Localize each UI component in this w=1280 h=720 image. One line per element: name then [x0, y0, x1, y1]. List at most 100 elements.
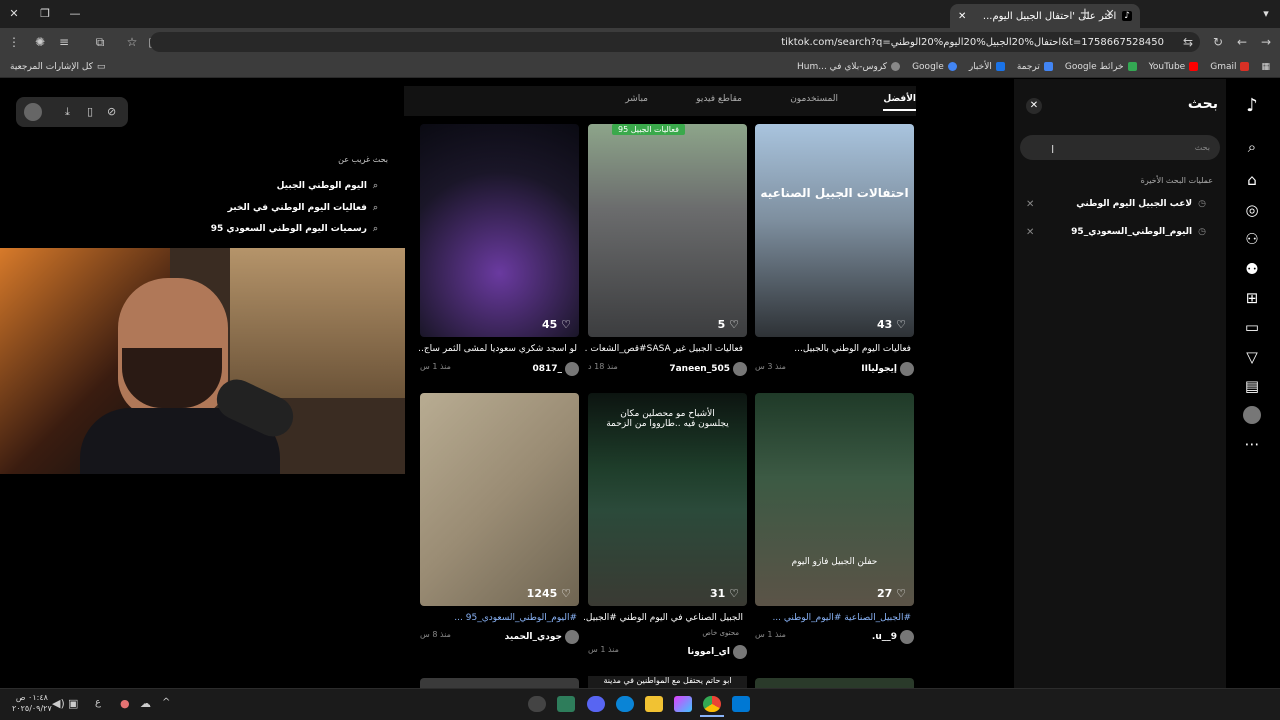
- site-info-icon[interactable]: ⇆: [1180, 33, 1196, 51]
- messages-icon[interactable]: ▭: [1243, 318, 1261, 336]
- mic-icon[interactable]: ●: [120, 697, 130, 710]
- address-bar[interactable]: tiktok.com/search?q=احتفال%20الجبيل%20ال…: [150, 32, 1200, 52]
- bookmark-gmail[interactable]: Gmail: [1210, 62, 1250, 72]
- menu-icon[interactable]: ⋮: [6, 33, 22, 51]
- remove-recent-icon[interactable]: ✕: [1026, 227, 1034, 238]
- suggestion-item[interactable]: ⌕ رسميات اليوم الوطني السعودي 95: [211, 224, 378, 234]
- upload-icon[interactable]: ⊞: [1243, 289, 1261, 307]
- apps-grid-icon[interactable]: ▦: [1261, 62, 1270, 72]
- studio-icon[interactable]: ▤: [1243, 377, 1261, 395]
- system-clock[interactable]: ٠١:٤٨ ص ٢٠٢٥/٠٩/٢٧: [12, 692, 52, 714]
- bookmark-star-icon[interactable]: ☆: [124, 33, 140, 51]
- video-card[interactable]: 1245 ♡: [420, 393, 579, 606]
- tiktok-logo-icon[interactable]: ♪: [1243, 97, 1261, 115]
- friends-icon[interactable]: ⚉: [1243, 260, 1261, 278]
- bookmark-google[interactable]: Google: [912, 62, 957, 72]
- bookmark-translate[interactable]: ترجمة: [1017, 62, 1053, 72]
- search-input[interactable]: بحث: [1020, 135, 1220, 160]
- bookmark-label: الأخبار: [968, 61, 992, 72]
- avatar[interactable]: [24, 103, 42, 121]
- tab-top[interactable]: الأفضل: [883, 94, 916, 111]
- bookmark-youtube[interactable]: YouTube: [1149, 62, 1199, 72]
- obs-icon[interactable]: [528, 696, 546, 712]
- tab-title: اعثر على 'احتفال الجبيل اليوم...: [982, 10, 1117, 22]
- video-card[interactable]: احتفالات الجبيل الصناعيه 43 ♡: [755, 124, 914, 337]
- remove-recent-icon[interactable]: ✕: [1026, 199, 1034, 210]
- bookmark-maps[interactable]: خرائط Google: [1065, 62, 1137, 72]
- video-user[interactable]: 7aneen_505: [669, 362, 747, 376]
- video-caption[interactable]: #اليوم_الوطني_السعودي_95 ...: [418, 613, 577, 623]
- puzzle-icon[interactable]: ⧉: [92, 33, 108, 51]
- reload-icon[interactable]: ↻: [1210, 33, 1226, 51]
- video-caption[interactable]: فعاليات الجبيل غير SASA#قص_الشعات ...: [584, 344, 743, 354]
- xbox-icon[interactable]: [557, 696, 575, 712]
- volume-icon[interactable]: ◀): [52, 697, 65, 710]
- copilot-icon[interactable]: [674, 696, 692, 712]
- recent-search-item[interactable]: ◷ لاعب الجبيل اليوم الوطني: [1076, 199, 1206, 209]
- more-icon[interactable]: ⋯: [1243, 435, 1261, 453]
- suggestion-item[interactable]: ⌕ اليوم الوطني الجبيل: [277, 181, 378, 191]
- video-card[interactable]: الأشباح مو محصلين مكان يجلسون فيه ..طارو…: [588, 393, 747, 606]
- inbox-icon[interactable]: ▽: [1243, 348, 1261, 366]
- maximize-icon[interactable]: ❐: [37, 6, 53, 22]
- video-user[interactable]: إيجولياII: [861, 362, 914, 376]
- like-count-value: 5: [717, 318, 726, 331]
- tab-close-icon[interactable]: ✕: [958, 11, 966, 22]
- tab-search-icon[interactable]: ▾: [1258, 6, 1274, 22]
- cloud-icon[interactable]: ☁: [140, 697, 151, 710]
- chrome-icon[interactable]: [703, 696, 721, 712]
- avatar: [733, 645, 747, 659]
- home-icon[interactable]: ⌂: [1243, 171, 1261, 189]
- language-icon[interactable]: ع: [95, 697, 101, 708]
- windows-start-icon[interactable]: [732, 696, 750, 712]
- bookmark-humble[interactable]: كروس-بلاي في ...Hum: [797, 62, 901, 72]
- extension-icon[interactable]: ✺: [32, 33, 48, 51]
- video-user[interactable]: جودي_الحميد: [505, 630, 579, 644]
- network-icon[interactable]: ▣: [68, 697, 78, 710]
- profile-avatar[interactable]: [1243, 406, 1261, 424]
- recent-search-item[interactable]: ◷ اليوم_الوطني_السعودي_95: [1071, 227, 1206, 237]
- close-icon[interactable]: ✕: [1026, 98, 1042, 114]
- tab-live[interactable]: مباشر: [625, 94, 648, 104]
- discord-icon[interactable]: [587, 696, 605, 712]
- file-explorer-icon[interactable]: [645, 696, 663, 712]
- edge-icon[interactable]: [616, 696, 634, 712]
- video-card[interactable]: 45 ♡: [420, 124, 579, 337]
- new-tab-icon[interactable]: +: [1077, 6, 1093, 22]
- download-icon[interactable]: ⤓: [65, 105, 70, 119]
- phone-icon[interactable]: ▯: [87, 105, 93, 118]
- explore-icon[interactable]: ◎: [1243, 201, 1261, 219]
- bookmark-news[interactable]: الأخبار: [969, 62, 1005, 72]
- avatar: [565, 630, 579, 644]
- video-user[interactable]: اي_اموونا: [688, 645, 747, 659]
- video-user[interactable]: _0817: [532, 362, 579, 376]
- compass-icon[interactable]: ⊘: [107, 105, 116, 118]
- media-icon[interactable]: ≡: [56, 33, 72, 51]
- video-meta: اي_اموونا منذ 1 س: [588, 645, 747, 659]
- video-card[interactable]: [755, 678, 914, 688]
- tab-close-icon[interactable]: ✕: [1102, 6, 1118, 22]
- suggestion-item[interactable]: ⌕ فعاليات اليوم الوطني في الخبر: [228, 203, 378, 213]
- bookmarks-bar: ▦ Gmail YouTube خرائط Google ترجمة الأخب…: [0, 56, 1280, 78]
- tab-users[interactable]: المستخدمون: [790, 94, 838, 104]
- like-count: 43 ♡: [876, 318, 906, 331]
- search-icon[interactable]: ⌕: [1243, 138, 1261, 156]
- video-card[interactable]: [420, 678, 579, 688]
- video-caption[interactable]: لو أسجد شكري سعودياً لمشى الثمر ساج...: [418, 344, 577, 354]
- close-window-icon[interactable]: ✕: [6, 6, 22, 22]
- following-icon[interactable]: ⚇: [1243, 230, 1261, 248]
- video-user[interactable]: 9__u.: [872, 630, 914, 644]
- video-card[interactable]: فعاليات الجبيل 95 5 ♡: [588, 124, 747, 337]
- video-caption[interactable]: الجبيل الصناعي في اليوم الوطني #الجبيل..…: [584, 613, 743, 623]
- minimize-icon[interactable]: —: [67, 6, 83, 22]
- video-caption[interactable]: فعاليات اليوم الوطني بالجبيل...: [752, 344, 911, 354]
- all-bookmarks[interactable]: ▭ كل الإشارات المرجعية: [10, 62, 105, 72]
- forward-icon[interactable]: →: [1258, 33, 1274, 51]
- video-card[interactable]: حفلن الجبيل فازو اليوم 27 ♡: [755, 393, 914, 606]
- tab-videos[interactable]: مقاطع فيديو: [696, 94, 742, 104]
- search-icon: ⌕: [372, 181, 378, 191]
- chevron-up-icon[interactable]: ^: [162, 697, 170, 708]
- video-time: منذ 1 س: [588, 645, 619, 654]
- back-icon[interactable]: ←: [1234, 33, 1250, 51]
- video-caption[interactable]: #الجبيل_الصناعية #اليوم_الوطني ...: [752, 613, 911, 623]
